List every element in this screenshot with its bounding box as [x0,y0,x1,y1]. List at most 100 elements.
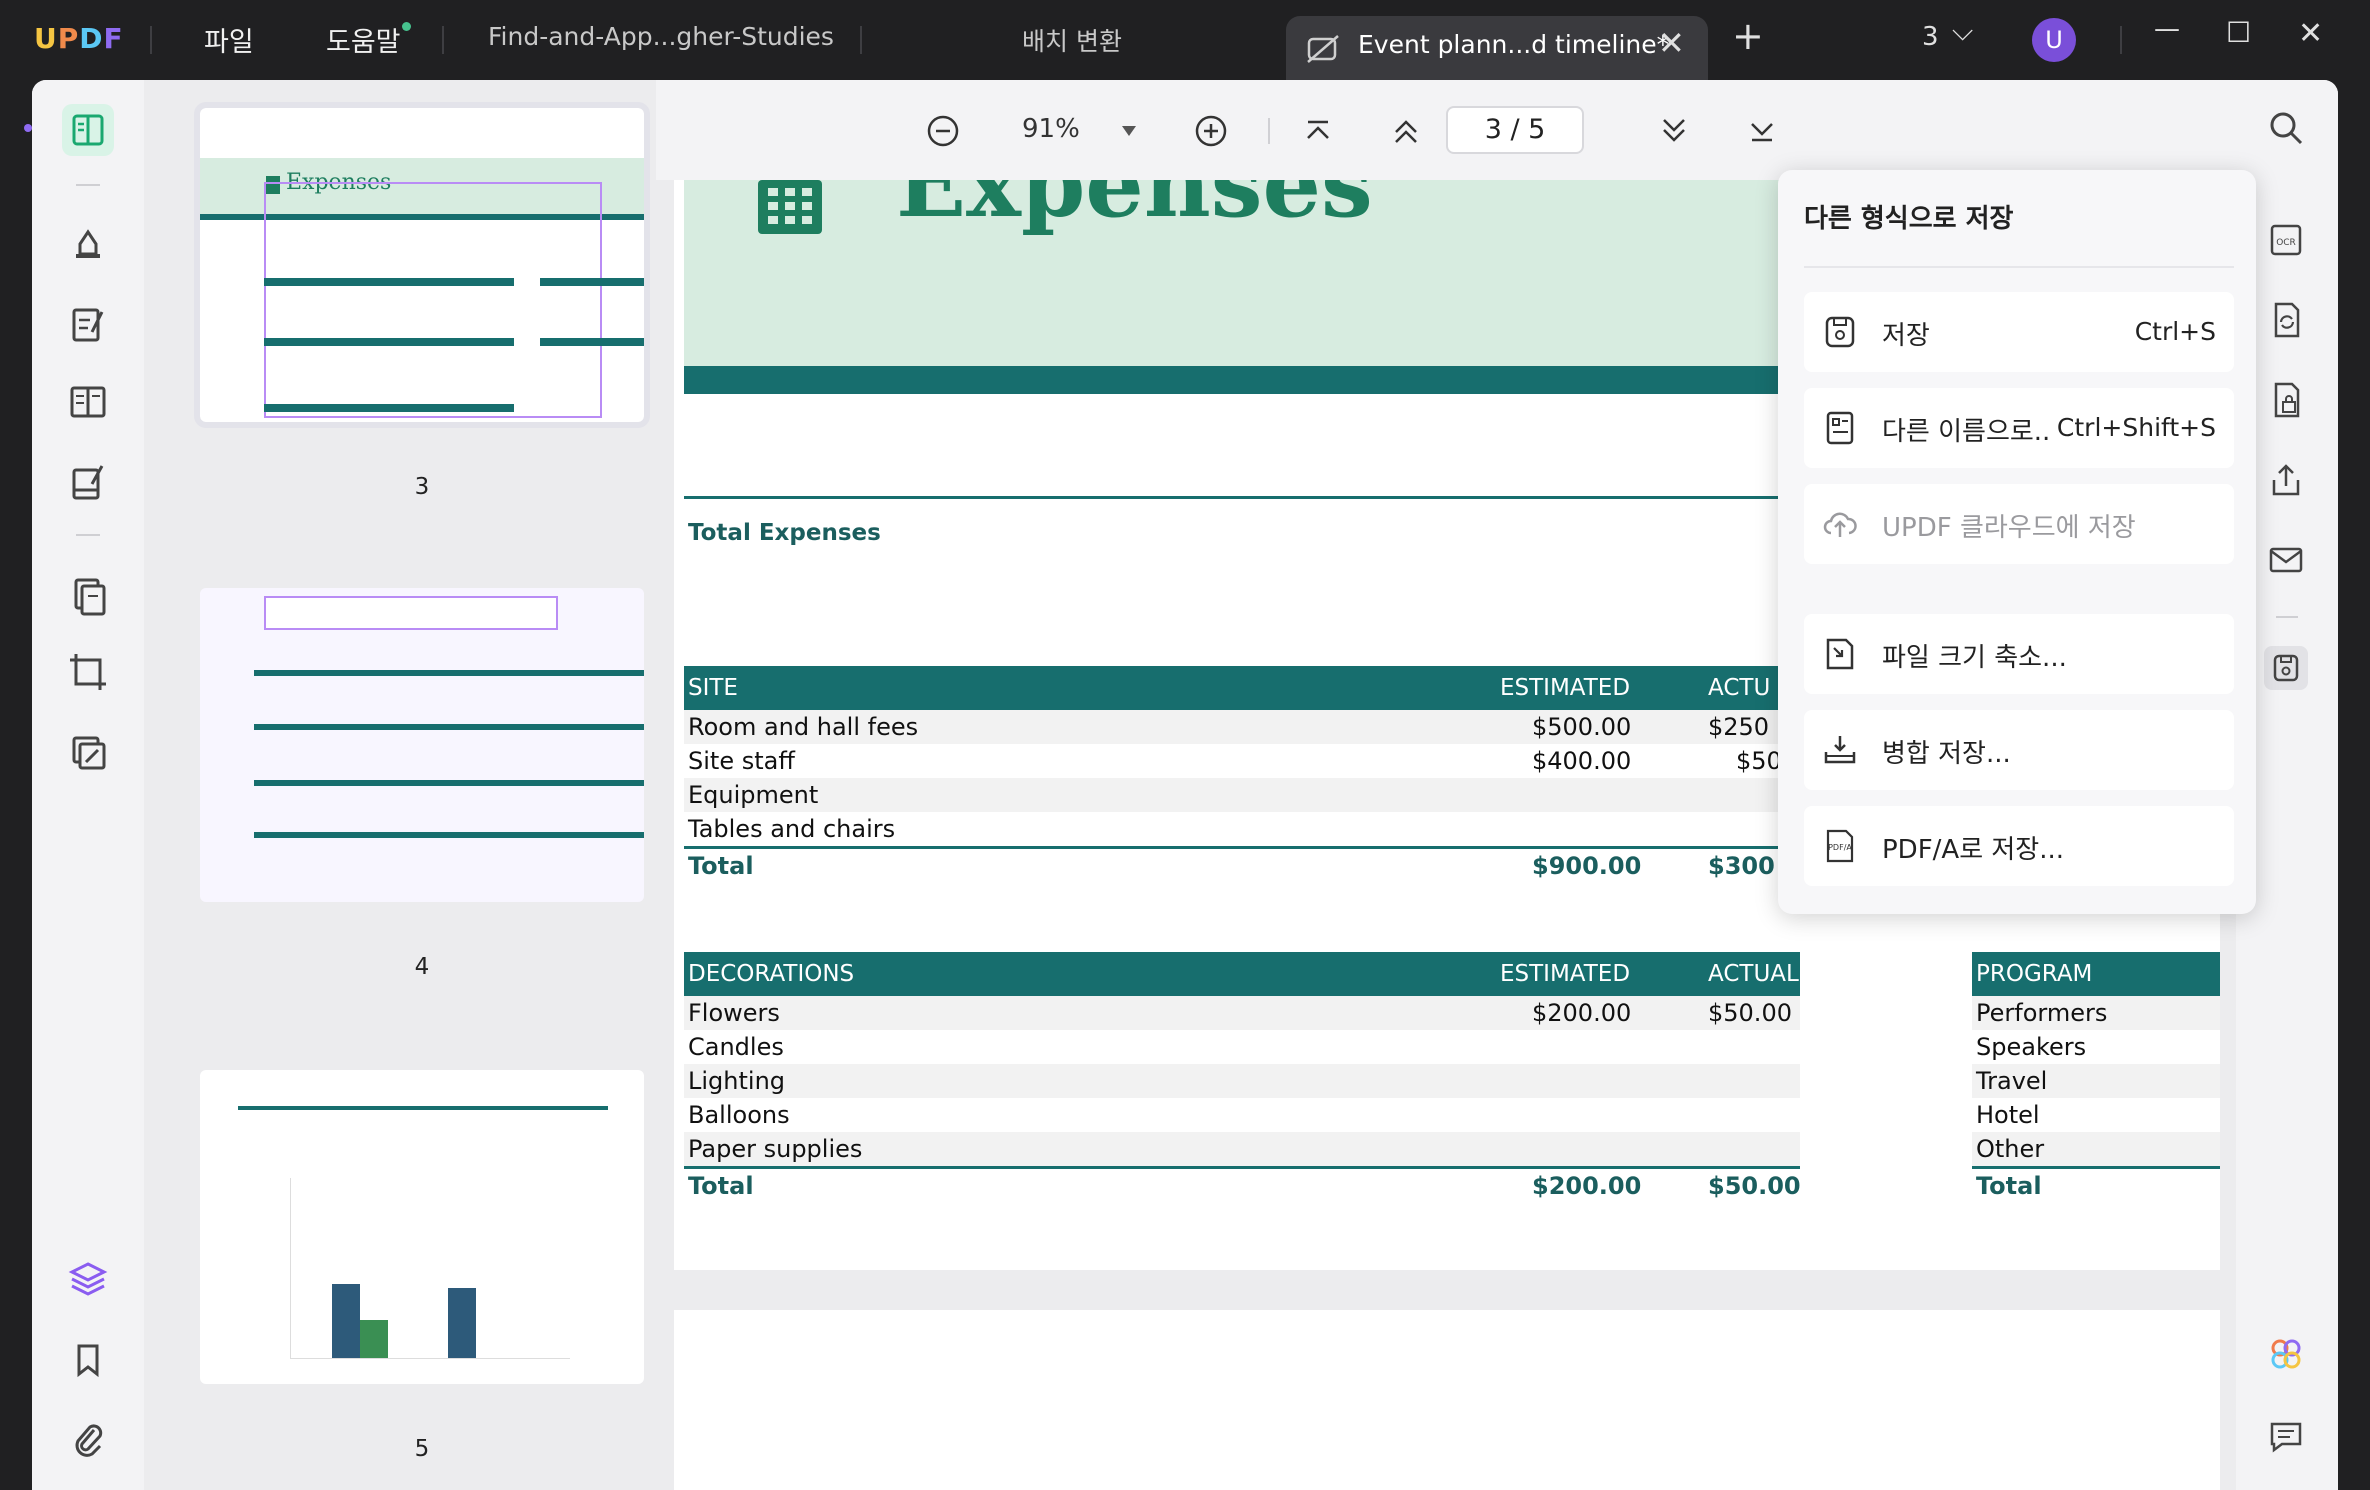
table-total-row: Total $200.00 $50.00 [684,1166,1801,1200]
table-cell: Paper supplies [688,1135,863,1163]
next-page-icon[interactable] [1658,116,1690,146]
menu-item-label: PDF/A로 저장... [1882,835,2065,865]
reader-mode-icon[interactable] [62,104,114,156]
new-tab-icon[interactable]: + [1732,14,1764,58]
table-cell: $400.00 [1532,747,1632,775]
view-toolbar: 91% 3 / 5 [656,80,2236,180]
layers-icon[interactable] [62,1252,114,1304]
close-tab-icon[interactable]: ✕ [1658,24,1685,62]
column-header: ACTU [1708,675,1771,701]
table-cell: $50 [1736,747,1782,775]
save-as-icon [1822,410,1858,446]
title-separator [860,26,862,54]
thumbnail-page-3[interactable]: Expenses [194,102,650,428]
menu-item-save[interactable]: 저장 Ctrl+S [1804,292,2234,372]
table-total-row: Total [1972,1166,2220,1200]
title-bar: UPDF 파일 도움말 Find-and-App...gher-Studies … [0,0,2370,80]
table-row: Equipment [684,778,1804,812]
table-row: Tables and chairs [684,812,1804,846]
save-as-other-icon[interactable] [2264,646,2308,690]
comment-icon[interactable] [2264,1414,2308,1458]
crop-icon[interactable] [62,646,114,698]
table-row: Travel [1972,1064,2220,1098]
tab-batch-convert[interactable]: 배치 변환 [1022,22,1122,58]
close-window-icon[interactable]: ✕ [2298,16,2323,51]
table-cell: Balloons [688,1101,790,1129]
email-icon[interactable] [2264,538,2308,582]
last-page-icon[interactable] [1746,116,1778,146]
table-header: PROGRAM [1972,952,2220,996]
save-as-menu-title: 다른 형식으로 저장 [1804,204,2014,234]
table-cell: Other [1976,1135,2045,1163]
convert-file-icon[interactable] [2264,298,2308,342]
tab-active-document[interactable]: Event plann...d timeline* ✕ [1286,16,1708,80]
ocr-icon[interactable]: OCR [2264,218,2308,262]
thumbnail-chart-bar [332,1284,360,1358]
thumbnail-page-4[interactable] [200,588,644,902]
edit-pdf-icon[interactable] [62,298,114,350]
save-icon [1822,314,1858,350]
column-header: SITE [688,675,738,701]
menu-item-flatten-save[interactable]: 병합 저장... [1804,710,2234,790]
menu-item-label: UPDF 클라우드에 저장 [1882,513,2136,543]
chevron-down-icon[interactable]: ⌵ [1952,14,1973,48]
active-tab-label: Event plann...d timeline* [1358,30,1670,59]
table-row: Paper supplies [684,1132,1800,1166]
table-cell: $250 [1708,713,1770,741]
protect-icon[interactable] [62,726,114,778]
menu-file[interactable]: 파일 [204,20,254,59]
thumbnail-page-5[interactable] [200,1070,644,1384]
first-page-icon[interactable] [1302,116,1334,146]
panel-indicator-dot [24,124,32,132]
menu-item-label: 병합 저장... [1882,739,2011,769]
minimize-icon[interactable]: — [2154,14,2180,44]
table-cell: $300 [1708,852,1775,880]
site-table: SITE ESTIMATED ACTU Room and hall fees $… [684,666,1804,886]
zoom-out-icon[interactable] [926,114,960,148]
table-cell: Hotel [1976,1101,2040,1129]
title-separator [150,26,152,54]
attachment-icon[interactable] [62,1414,114,1466]
table-cell: Speakers [1976,1033,2087,1061]
menu-item-label: 다른 이름으로.. [1882,417,2051,447]
table-total-row: Total $900.00 $300 [684,846,1804,880]
protect-file-icon[interactable] [2264,378,2308,422]
pdf-next-page [674,1310,2220,1490]
column-header: DECORATIONS [688,961,855,987]
table-row: Flowers $200.00 $50.00 [684,996,1800,1030]
menu-item-label: 저장 [1882,321,1930,351]
table-row: Other [1972,1132,2220,1166]
avatar[interactable]: U [2032,18,2076,62]
svg-text:PDF/A: PDF/A [1828,843,1852,852]
convert-icon[interactable] [62,570,114,622]
ai-assistant-icon[interactable] [2264,1332,2308,1376]
highlighter-icon[interactable] [62,218,114,270]
page-number-input[interactable]: 3 / 5 [1446,106,1584,154]
tab-document-1[interactable]: Find-and-App...gher-Studies [488,22,834,51]
menu-item-save-pdfa[interactable]: PDF/A PDF/A로 저장... [1804,806,2234,886]
tab-count[interactable]: 3 [1922,22,1939,52]
table-cell: Flowers [688,999,780,1027]
share-icon[interactable] [2264,458,2308,502]
menu-item-save-as[interactable]: 다른 이름으로.. Ctrl+Shift+S [1804,388,2234,468]
menu-item-reduce-size[interactable]: 파일 크기 축소... [1804,614,2234,694]
menu-item-save-to-cloud[interactable]: UPDF 클라우드에 저장 [1804,484,2234,564]
zoom-in-icon[interactable] [1194,114,1228,148]
total-expenses-label: Total Expenses [688,520,881,546]
program-table: PROGRAM Performers Speakers Travel Hotel… [1972,952,2220,1202]
bookmark-icon[interactable] [62,1334,114,1386]
zoom-dropdown-icon[interactable] [1120,124,1138,138]
fill-sign-icon[interactable] [62,456,114,508]
zoom-level[interactable]: 91% [1022,114,1080,144]
menu-help[interactable]: 도움말 [326,20,401,59]
updf-logo[interactable]: UPDF [34,22,124,55]
main-frame: Expenses 3 4 5 91% 3 / 5 Expenses Total … [32,80,2338,1490]
previous-page-icon[interactable] [1390,116,1422,146]
save-as-menu: 다른 형식으로 저장 저장 Ctrl+S 다른 이름으로.. Ctrl+Shif… [1778,170,2256,914]
column-header: ESTIMATED [1500,675,1631,701]
search-icon[interactable] [2264,106,2308,150]
table-cell: Total [1976,1172,2042,1200]
organize-pages-icon[interactable] [62,376,114,428]
maximize-icon[interactable]: ☐ [2226,16,2251,49]
table-cell: Lighting [688,1067,786,1095]
